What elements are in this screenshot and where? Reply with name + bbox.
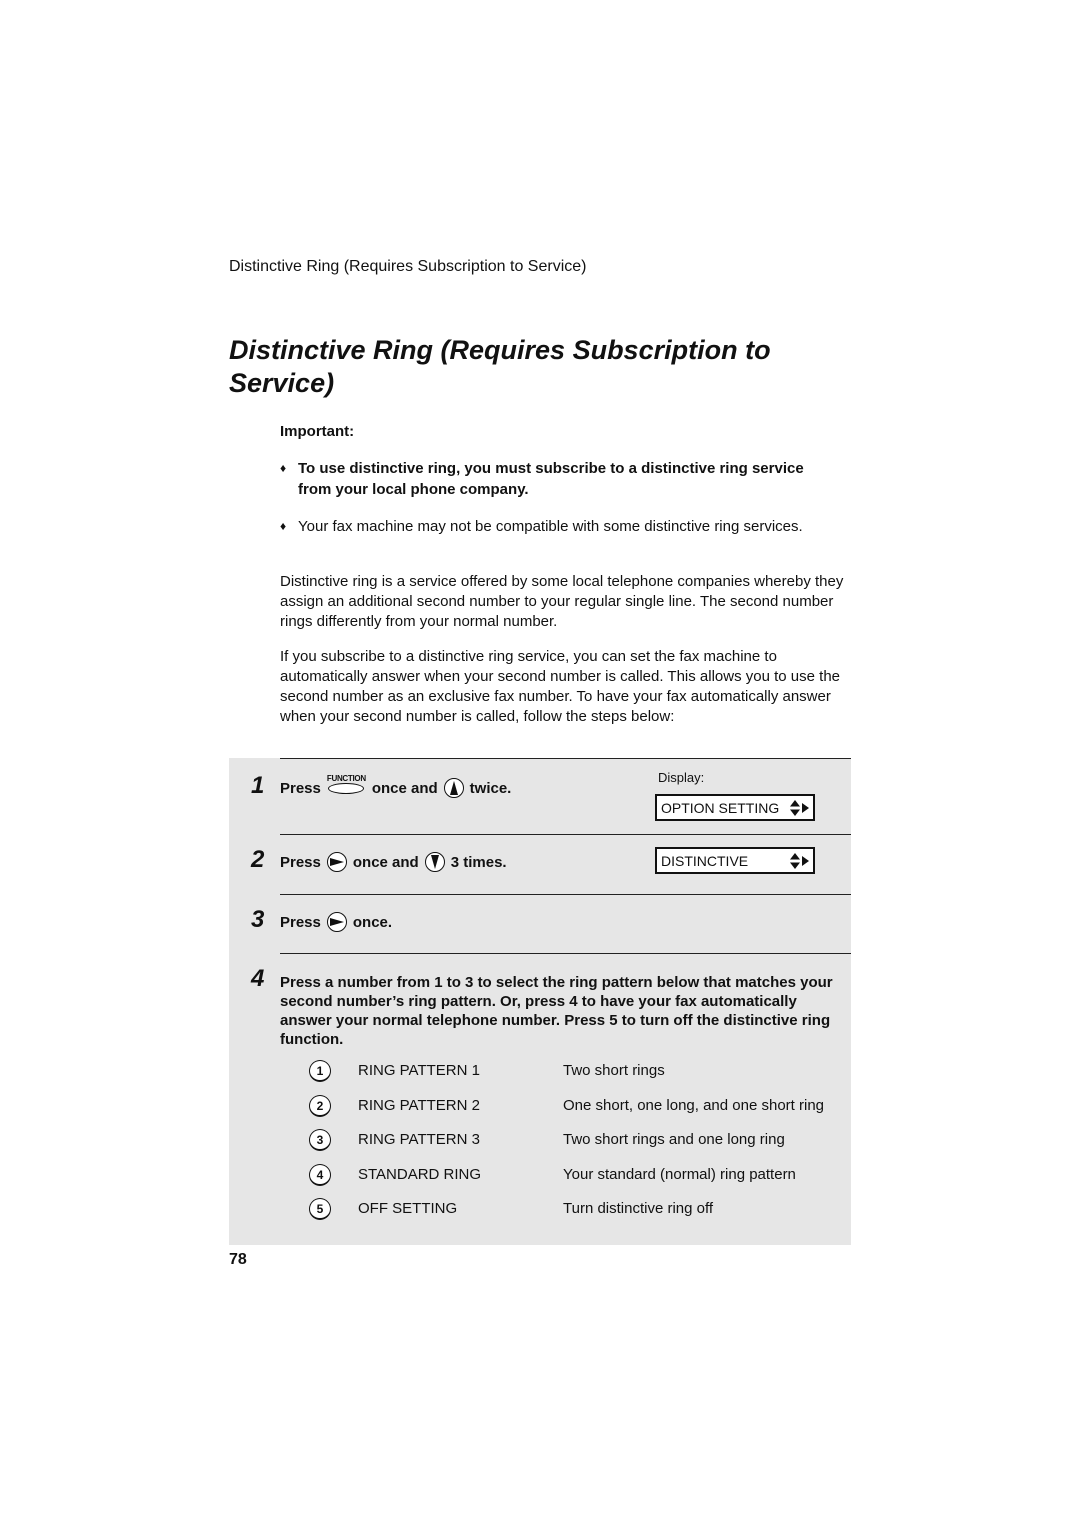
lcd-text: OPTION SETTING: [661, 799, 780, 816]
option-name: STANDARD RING: [358, 1166, 482, 1183]
step-text: Press: [280, 913, 321, 931]
option-row: 4 STANDARD RING Your standard (normal) r…: [309, 1164, 849, 1188]
step-3-instruction: Press once.: [280, 912, 392, 932]
number-key-icon: 5: [309, 1198, 331, 1220]
function-key-label: FUNCTION: [326, 774, 366, 783]
lcd-display: OPTION SETTING: [655, 794, 815, 821]
up-arrow-key-icon: [443, 778, 464, 798]
number-key-icon: 3: [309, 1129, 331, 1151]
page-number: 78: [229, 1251, 247, 1268]
number-key-icon: 4: [309, 1164, 331, 1186]
number-key-icon: 2: [309, 1095, 331, 1117]
option-name: RING PATTERN 1: [358, 1062, 480, 1079]
divider: [280, 953, 851, 954]
divider: [280, 758, 851, 759]
divider: [280, 894, 851, 895]
option-description: Turn distinctive ring off: [563, 1200, 714, 1217]
step-1-instruction: Press FUNCTION once and twice.: [280, 774, 512, 798]
running-head: Distinctive Ring (Requires Subscription …: [229, 258, 587, 275]
option-description: Two short rings: [563, 1062, 665, 1079]
function-key-icon: FUNCTION: [327, 774, 366, 794]
option-description: Your standard (normal) ring pattern: [563, 1166, 796, 1183]
instructions-paragraph: If you subscribe to a distinctive ring s…: [280, 648, 841, 725]
option-description: Two short rings and one long ring: [563, 1131, 785, 1148]
lcd-arrows-icon: [790, 799, 810, 816]
step-text: twice.: [469, 779, 512, 797]
option-description: One short, one long, and one short ring: [563, 1097, 825, 1114]
important-bullet: ♦ Your fax machine may not be compatible…: [280, 516, 840, 537]
diamond-bullet-icon: ♦: [280, 461, 287, 475]
important-bullet: ♦ To use distinctive ring, you must subs…: [280, 458, 840, 500]
lcd-text: DISTINCTIVE: [661, 852, 749, 869]
step-text: once and: [371, 779, 438, 797]
right-arrow-key-icon: [326, 852, 347, 872]
step-text: Press: [280, 853, 321, 871]
option-name: RING PATTERN 3: [358, 1131, 480, 1148]
step-number: 4: [251, 965, 265, 992]
step-4-instruction: Press a number from 1 to 3 to select the…: [280, 974, 833, 1048]
step-number: 2: [251, 846, 265, 873]
bullet-text: Your fax machine may not be compatible w…: [298, 518, 803, 535]
page-title: Distinctive Ring (Requires Subscription …: [229, 335, 771, 398]
step-text: once and: [352, 853, 419, 871]
bullet-text: To use distinctive ring, you must subscr…: [298, 460, 804, 498]
down-arrow-key-icon: [424, 852, 445, 872]
option-name: OFF SETTING: [358, 1200, 458, 1217]
option-row: 5 OFF SETTING Turn distinctive ring off: [309, 1198, 849, 1222]
option-row: 1 RING PATTERN 1 Two short rings: [309, 1060, 849, 1084]
step-2-instruction: Press once and 3 times.: [280, 852, 507, 872]
lcd-display: DISTINCTIVE: [655, 847, 815, 874]
step-text: once.: [352, 913, 393, 931]
display-label: Display:: [658, 770, 705, 785]
diamond-bullet-icon: ♦: [280, 519, 287, 533]
option-name: RING PATTERN 2: [358, 1097, 480, 1114]
lcd-arrows-icon: [790, 852, 810, 869]
steps-box: 1 Press FUNCTION once and twice. Display…: [229, 758, 851, 1245]
option-row: 2 RING PATTERN 2 One short, one long, an…: [309, 1095, 849, 1119]
step-text: 3 times.: [450, 853, 507, 871]
important-label: Important:: [280, 423, 355, 440]
option-row: 3 RING PATTERN 3 Two short rings and one…: [309, 1129, 849, 1153]
intro-paragraph: Distinctive ring is a service offered by…: [280, 573, 844, 630]
divider: [280, 834, 851, 835]
right-arrow-key-icon: [326, 912, 347, 932]
number-key-icon: 1: [309, 1060, 331, 1082]
step-number: 3: [251, 906, 265, 933]
step-text: Press: [280, 779, 321, 797]
step-number: 1: [251, 772, 265, 799]
